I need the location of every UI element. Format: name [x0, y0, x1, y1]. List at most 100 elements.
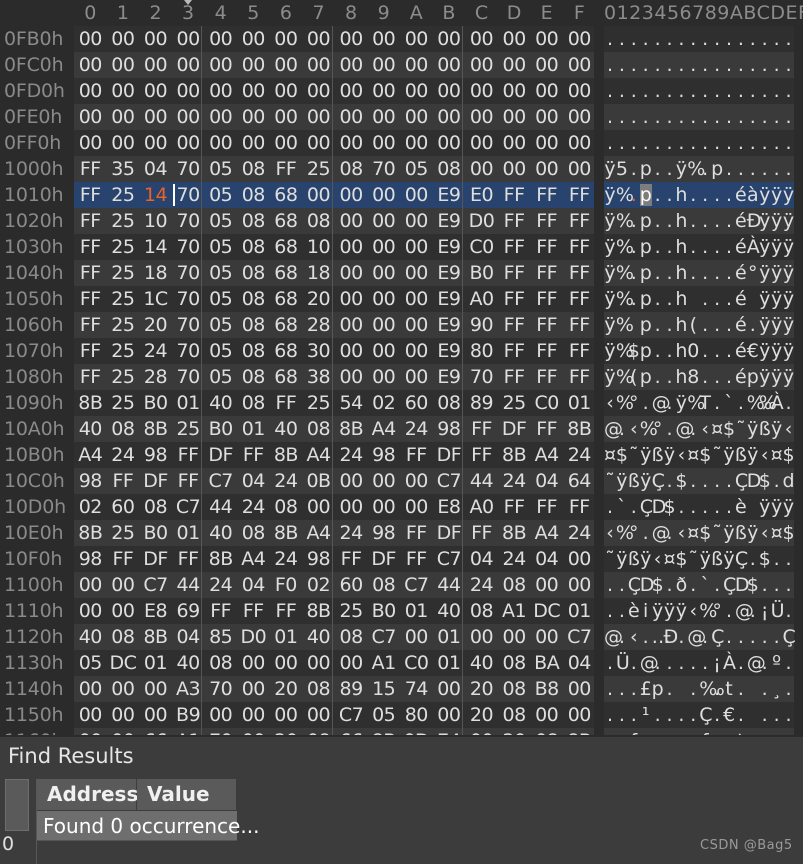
hex-bytes-area[interactable]: FF 25 24 70 05 08 68 30 00 00 00 E9 80 FF FF FF: [74, 338, 594, 364]
hex-byte[interactable]: 00: [337, 652, 365, 674]
ascii-char[interactable]: .: [711, 314, 723, 336]
hex-bytes-area[interactable]: 00 00 00 00 00 00 00 00 00 00 00 00 00 00 00 00: [74, 130, 594, 156]
hex-byte[interactable]: 05: [207, 210, 235, 232]
hex-byte[interactable]: 25: [109, 262, 137, 284]
ascii-area[interactable]: ................: [604, 130, 794, 156]
ascii-char[interactable]: ÿ: [759, 236, 771, 258]
hex-byte[interactable]: 00: [239, 132, 267, 154]
hex-byte[interactable]: 44: [174, 574, 202, 596]
ascii-char[interactable]: .: [664, 80, 676, 102]
hex-byte[interactable]: 00: [305, 184, 333, 206]
ascii-char[interactable]: .: [628, 28, 640, 50]
ascii-char[interactable]: Ð: [664, 626, 679, 648]
hex-bytes-area[interactable]: 00 00 00 A3 70 00 20 08 89 15 74 00 20 08 B8 00: [74, 676, 594, 702]
ascii-char[interactable]: ÿ: [640, 444, 652, 466]
hex-byte[interactable]: 24: [468, 574, 496, 596]
hex-byte[interactable]: 02: [370, 392, 398, 414]
ascii-char[interactable]: .: [664, 340, 676, 362]
ascii-char[interactable]: Ç: [783, 626, 796, 648]
ascii-char[interactable]: ÿ: [604, 314, 616, 336]
hex-byte[interactable]: 68: [272, 366, 300, 388]
ascii-char[interactable]: ÿ: [723, 548, 735, 570]
hex-byte[interactable]: FF: [565, 366, 593, 388]
hex-byte[interactable]: 00: [565, 678, 593, 700]
hex-byte[interactable]: A0: [468, 496, 496, 518]
hex-byte[interactable]: 25: [109, 522, 137, 544]
ascii-char[interactable]: é: [735, 340, 747, 362]
hex-byte[interactable]: 80: [402, 704, 430, 726]
hex-byte[interactable]: FF: [76, 314, 104, 336]
hex-row[interactable]: 0FD0h 00 00 00 00 00 00 00 00 00 00 00 00 00 00 00 00...…: [0, 78, 803, 104]
hex-byte[interactable]: 00: [174, 80, 202, 102]
ascii-char[interactable]: .: [687, 184, 699, 206]
hex-bytes-area[interactable]: FF 25 10 70 05 08 68 08 00 00 00 E9 D0 FF FF FF: [74, 208, 594, 234]
hex-byte[interactable]: 08: [305, 210, 333, 232]
ascii-char[interactable]: %: [640, 418, 658, 440]
ascii-char[interactable]: @: [640, 652, 659, 674]
hex-byte[interactable]: 8B: [142, 418, 170, 440]
hex-byte[interactable]: 64: [565, 470, 593, 492]
hex-byte[interactable]: 00: [402, 340, 430, 362]
ascii-char[interactable]: €: [723, 704, 735, 726]
ascii-char[interactable]: .: [664, 652, 676, 674]
ascii-char[interactable]: .: [771, 54, 783, 76]
hex-byte[interactable]: 24: [565, 444, 593, 466]
ascii-area[interactable]: ................: [604, 26, 794, 52]
ascii-char[interactable]: ÿ: [664, 444, 676, 466]
hex-byte[interactable]: 00: [337, 314, 365, 336]
ascii-char[interactable]: .: [711, 392, 723, 414]
ascii-char[interactable]: À: [771, 392, 784, 414]
ascii-char[interactable]: .: [723, 132, 735, 154]
hex-byte[interactable]: FF: [468, 522, 496, 544]
hex-byte[interactable]: FF: [565, 314, 593, 336]
ascii-char[interactable]: ÿ: [759, 496, 771, 518]
ascii-char[interactable]: $: [723, 418, 735, 440]
ascii-char[interactable]: .: [771, 132, 783, 154]
hex-row[interactable]: 10D0h 02 60 08 C7 44 24 08 00 00 00 00 E8 A0 FF FF FF. `.…: [0, 494, 803, 520]
hex-byte[interactable]: FF: [76, 288, 104, 310]
hex-byte[interactable]: 05: [207, 314, 235, 336]
hex-byte[interactable]: 68: [272, 210, 300, 232]
hex-byte[interactable]: 24: [337, 444, 365, 466]
ascii-char[interactable]: .: [723, 236, 735, 258]
hex-byte[interactable]: 00: [109, 106, 137, 128]
hex-byte[interactable]: 00: [207, 132, 235, 154]
hex-byte[interactable]: 00: [109, 28, 137, 50]
hex-byte[interactable]: 08: [109, 626, 137, 648]
hex-byte[interactable]: 28: [305, 314, 333, 336]
ascii-area[interactable]: ˜ ÿ ß ÿ Ç. $.... Ç D $. d: [604, 468, 795, 494]
ascii-char[interactable]: .: [604, 28, 616, 50]
hex-byte[interactable]: 00: [337, 184, 365, 206]
ascii-char[interactable]: .: [747, 548, 759, 570]
hex-byte[interactable]: 8B: [337, 418, 365, 440]
hex-byte[interactable]: 00: [142, 28, 170, 50]
hex-byte[interactable]: 00: [402, 80, 430, 102]
ascii-char[interactable]: ÿ: [604, 184, 616, 206]
ascii-char[interactable]: Ð: [747, 210, 762, 232]
hex-byte[interactable]: 24: [500, 470, 528, 492]
ascii-char[interactable]: .: [759, 678, 771, 700]
ascii-char[interactable]: .: [616, 80, 628, 102]
ascii-char[interactable]: %: [616, 340, 634, 362]
ascii-char[interactable]: °: [628, 522, 640, 544]
ascii-char[interactable]: $: [783, 522, 795, 544]
ascii-char[interactable]: .: [652, 54, 664, 76]
hex-byte[interactable]: 8B: [76, 522, 104, 544]
ascii-char[interactable]: ‹: [604, 392, 616, 414]
ascii-char[interactable]: ÿ: [783, 236, 795, 258]
hex-byte[interactable]: D0: [239, 626, 267, 648]
ascii-char[interactable]: .: [699, 470, 711, 492]
hex-byte[interactable]: 54: [337, 392, 365, 414]
hex-byte[interactable]: 25: [109, 314, 137, 336]
ascii-area[interactable]: @. ‹% °. @. ‹ ¤ $ ˜ ÿ ß ÿ ‹: [604, 416, 794, 442]
ascii-char[interactable]: ÿ: [783, 314, 795, 336]
hex-byte[interactable]: 00: [239, 106, 267, 128]
hex-byte[interactable]: E9: [435, 366, 463, 388]
hex-byte[interactable]: 00: [402, 314, 430, 336]
ascii-char[interactable]: .: [711, 288, 723, 310]
ascii-char[interactable]: ÿ: [604, 210, 616, 232]
ascii-char[interactable]: .: [735, 704, 747, 726]
hex-byte[interactable]: FF: [207, 600, 235, 622]
hex-byte[interactable]: FF: [239, 600, 267, 622]
hex-byte[interactable]: B0: [370, 600, 398, 622]
